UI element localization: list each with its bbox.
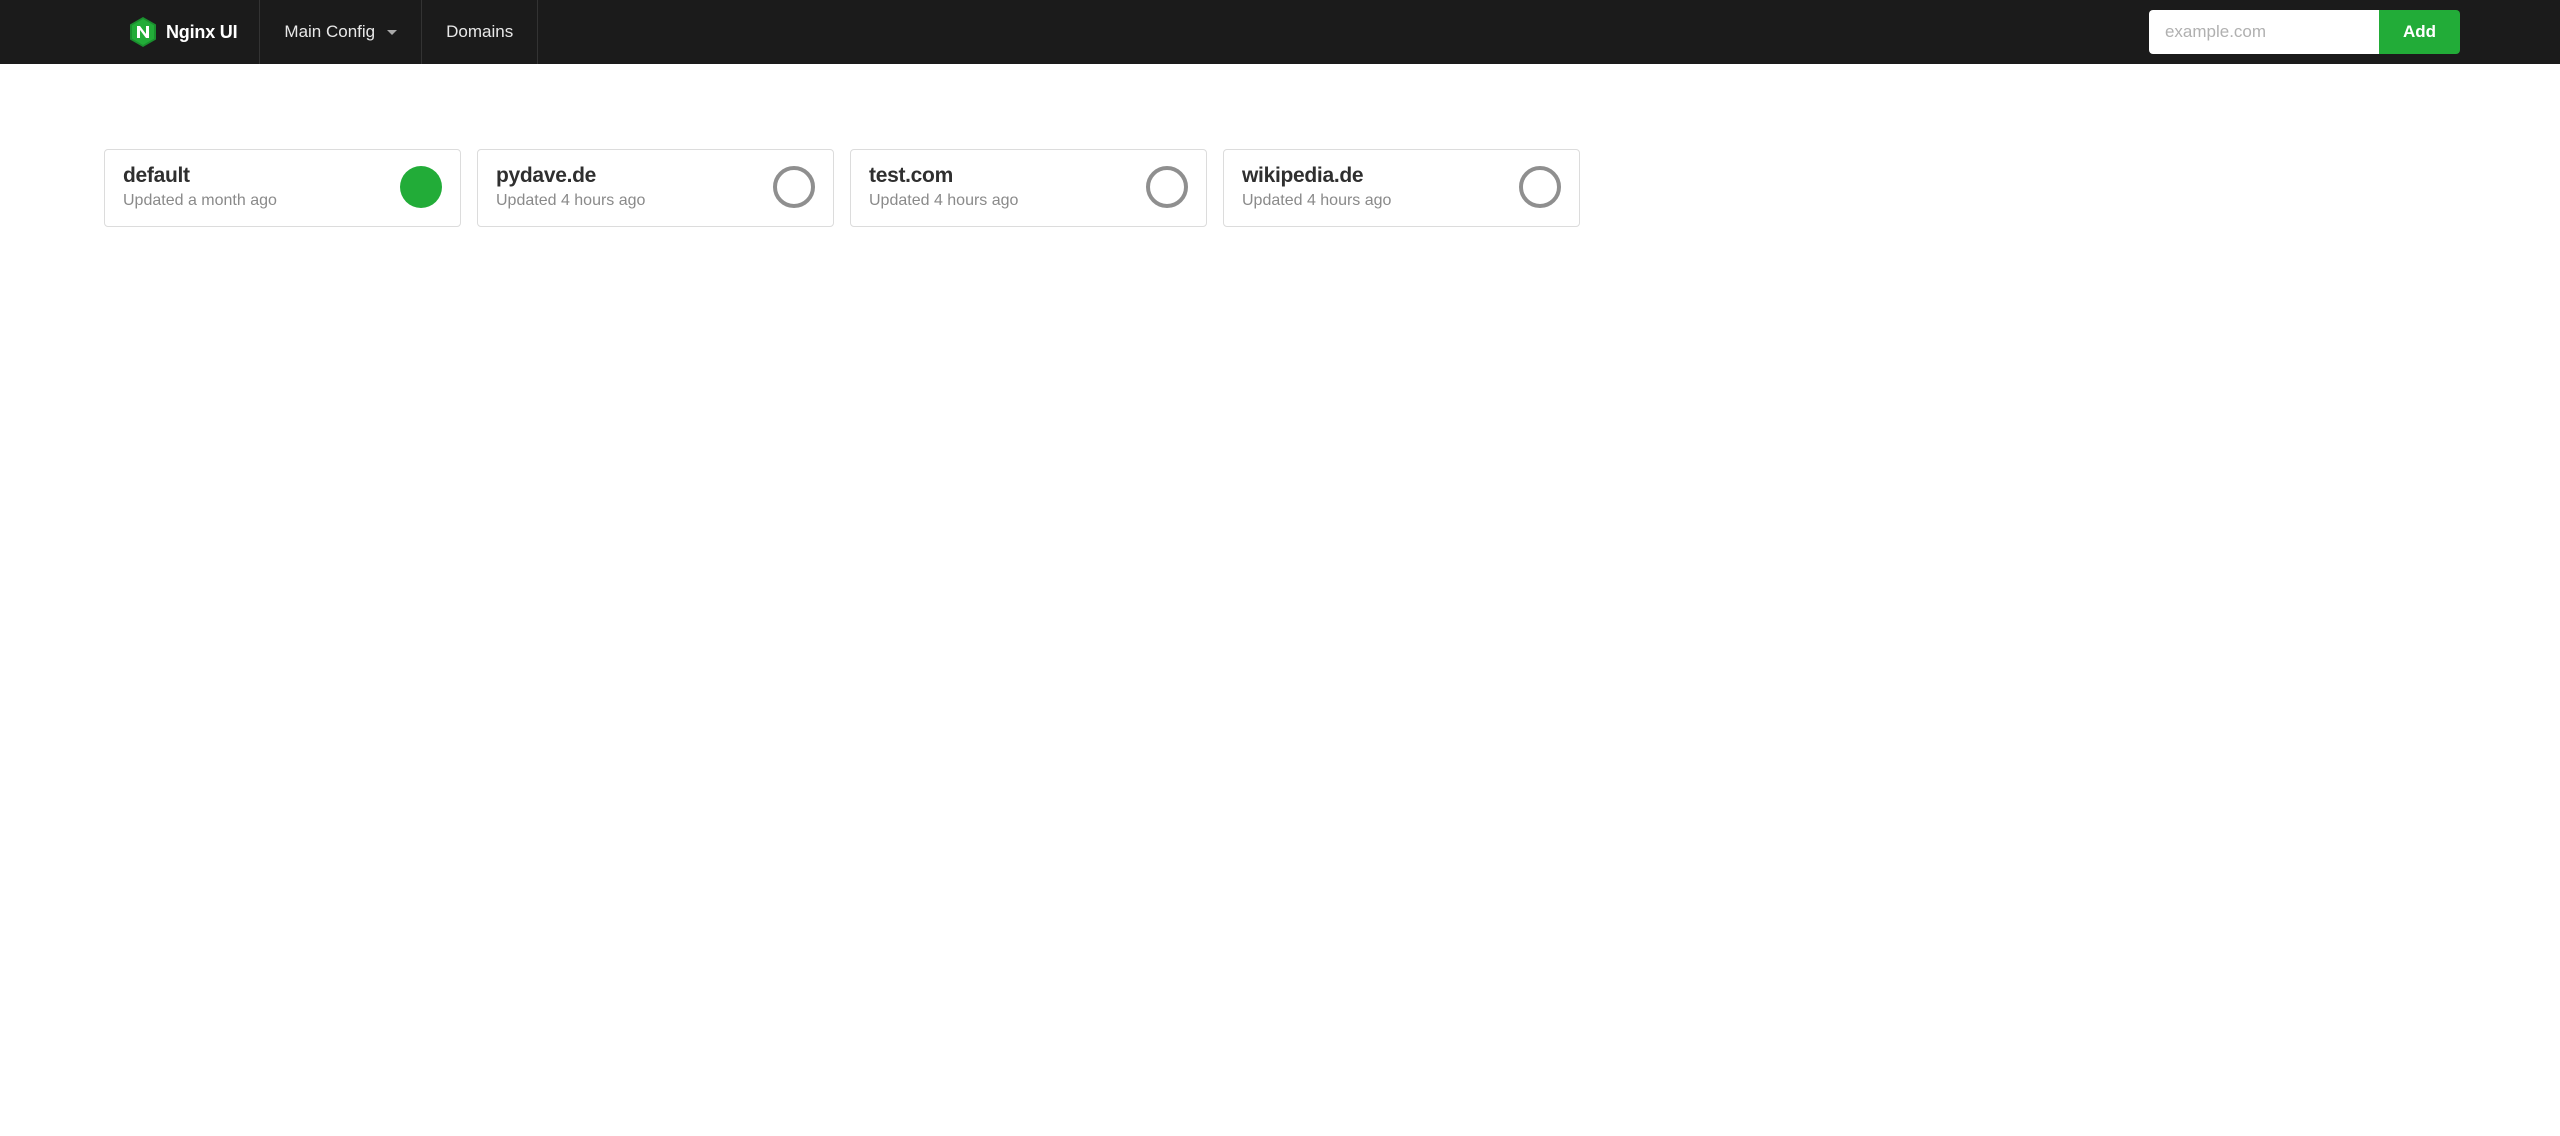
domain-card-text: test.com Updated 4 hours ago bbox=[869, 164, 1018, 210]
brand[interactable]: Nginx UI bbox=[0, 0, 260, 64]
main-content: default Updated a month ago pydave.de Updat… bbox=[0, 64, 2560, 267]
brand-name: Nginx UI bbox=[166, 22, 237, 43]
status-disabled-icon[interactable] bbox=[1519, 166, 1561, 208]
nginx-logo-icon bbox=[130, 17, 156, 47]
nav-main-config-label: Main Config bbox=[284, 22, 375, 42]
navbar: Nginx UI Main Config Domains Add bbox=[0, 0, 2560, 64]
domain-updated: Updated 4 hours ago bbox=[1242, 192, 1391, 210]
add-domain-input[interactable] bbox=[2149, 10, 2379, 54]
add-domain-button[interactable]: Add bbox=[2379, 10, 2460, 54]
navbar-left: Nginx UI Main Config Domains bbox=[0, 0, 2139, 64]
domain-updated: Updated a month ago bbox=[123, 192, 277, 210]
domain-name: default bbox=[123, 164, 277, 188]
domain-name: test.com bbox=[869, 164, 1018, 188]
domain-card-text: wikipedia.de Updated 4 hours ago bbox=[1242, 164, 1391, 210]
nav-domains[interactable]: Domains bbox=[422, 0, 538, 64]
domain-updated: Updated 4 hours ago bbox=[496, 192, 645, 210]
status-disabled-icon[interactable] bbox=[1146, 166, 1188, 208]
domain-name: pydave.de bbox=[496, 164, 645, 188]
navbar-right: Add bbox=[2139, 0, 2560, 64]
domain-card[interactable]: pydave.de Updated 4 hours ago bbox=[477, 149, 834, 227]
nav-domains-label: Domains bbox=[446, 22, 513, 42]
domain-card-text: default Updated a month ago bbox=[123, 164, 277, 210]
nav-main-config[interactable]: Main Config bbox=[260, 0, 422, 64]
status-disabled-icon[interactable] bbox=[773, 166, 815, 208]
domain-cards: default Updated a month ago pydave.de Updat… bbox=[104, 149, 2456, 227]
domain-card-text: pydave.de Updated 4 hours ago bbox=[496, 164, 645, 210]
domain-updated: Updated 4 hours ago bbox=[869, 192, 1018, 210]
domain-card[interactable]: wikipedia.de Updated 4 hours ago bbox=[1223, 149, 1580, 227]
domain-card[interactable]: test.com Updated 4 hours ago bbox=[850, 149, 1207, 227]
caret-down-icon bbox=[387, 30, 397, 35]
add-domain-form: Add bbox=[2149, 10, 2460, 54]
domain-name: wikipedia.de bbox=[1242, 164, 1391, 188]
domain-card[interactable]: default Updated a month ago bbox=[104, 149, 461, 227]
status-enabled-icon[interactable] bbox=[400, 166, 442, 208]
